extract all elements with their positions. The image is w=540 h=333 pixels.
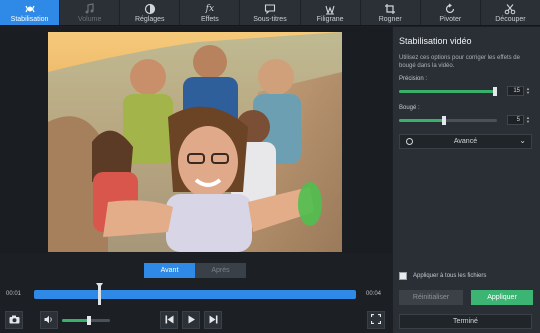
stabilisation-icon <box>24 3 36 15</box>
start-time: 00:01 <box>6 291 22 297</box>
panel-title: Stabilisation vidéo <box>399 36 472 46</box>
skip-back-icon <box>165 311 174 329</box>
tab-effets[interactable]: fx Effets <box>180 0 241 25</box>
tab-label: Sous-titres <box>253 15 287 23</box>
fx-icon: fx <box>205 3 215 14</box>
shake-label: Bougé : <box>399 105 420 111</box>
timeline-track[interactable] <box>34 290 356 299</box>
tab-label: Stabilisation <box>10 15 49 23</box>
precision-fill <box>399 90 497 93</box>
previous-frame-button[interactable] <box>160 311 178 329</box>
tab-label: Volume <box>77 15 102 23</box>
double-chevron-down-icon: ⌄ <box>519 136 526 145</box>
skip-forward-icon <box>209 311 218 329</box>
snapshot-button[interactable] <box>5 311 23 329</box>
apply-all-checkbox[interactable] <box>399 272 407 280</box>
before-button[interactable]: Avant <box>144 263 195 278</box>
tab-label: Réglages <box>134 15 165 23</box>
video-preview <box>0 27 392 253</box>
playhead-cursor[interactable] <box>98 283 101 305</box>
contrast-icon <box>144 3 156 15</box>
rotate-icon <box>444 3 456 15</box>
stabilisation-panel: Stabilisation vidéo Utilisez ces options… <box>393 27 540 333</box>
music-note-icon <box>84 2 96 15</box>
tab-volume[interactable]: Volume <box>60 0 121 25</box>
play-button[interactable] <box>182 311 200 329</box>
video-frame-image <box>48 32 342 252</box>
crop-icon <box>384 3 396 15</box>
precision-slider[interactable] <box>399 87 497 96</box>
tab-label: Effets <box>200 15 219 23</box>
end-time: 00:04 <box>366 291 382 297</box>
tab-rogner[interactable]: Rogner <box>361 0 421 25</box>
done-button[interactable]: Terminé <box>399 314 532 329</box>
watermark-icon <box>324 3 336 15</box>
volume-handle[interactable] <box>87 316 91 325</box>
tab-pivoter[interactable]: Pivoter <box>421 0 481 25</box>
advanced-label: Avancé <box>453 138 478 145</box>
tab-decouper[interactable]: Découper <box>481 0 540 25</box>
advanced-toggle[interactable]: Avancé ⌄ <box>399 134 532 149</box>
apply-all-label: Appliquer à tous les fichiers <box>413 273 487 279</box>
speaker-icon <box>44 311 54 329</box>
tab-reglages[interactable]: Réglages <box>120 0 181 25</box>
shake-handle[interactable] <box>442 116 446 125</box>
tab-stabilisation[interactable]: Stabilisation <box>0 0 61 25</box>
before-after-toggle: Avant Après <box>144 263 246 278</box>
play-icon <box>187 311 196 329</box>
scissors-icon <box>504 3 516 15</box>
after-button[interactable]: Après <box>195 263 246 278</box>
next-frame-button[interactable] <box>204 311 222 329</box>
precision-spinner[interactable]: ▲ ▼ <box>524 86 532 96</box>
toolbar: Stabilisation Volume Réglages fx Effets … <box>0 0 540 26</box>
shake-fill <box>399 119 446 122</box>
apply-button[interactable]: Appliquer <box>471 290 533 305</box>
precision-handle[interactable] <box>493 87 497 96</box>
volume-slider[interactable] <box>62 316 110 325</box>
tab-label: Découper <box>495 15 526 23</box>
tab-filigrane[interactable]: Filigrane <box>301 0 361 25</box>
fullscreen-button[interactable] <box>367 311 385 329</box>
apply-all-row[interactable]: Appliquer à tous les fichiers <box>399 272 486 280</box>
camera-icon <box>9 311 20 329</box>
player-controls <box>0 306 392 333</box>
precision-label: Précision : <box>399 76 428 82</box>
precision-value-field[interactable]: 15 <box>507 86 524 96</box>
tab-label: Filigrane <box>316 15 344 23</box>
timeline: 00:01 00:04 <box>0 283 392 305</box>
reset-button[interactable]: Réinitialiser <box>399 290 463 305</box>
tab-label: Pivoter <box>439 15 462 23</box>
speech-bubble-icon <box>264 3 276 15</box>
shake-spinner[interactable]: ▲ ▼ <box>524 115 532 125</box>
shake-value-field[interactable]: 5 <box>507 115 524 125</box>
fullscreen-icon <box>370 311 382 329</box>
tab-sous-titres[interactable]: Sous-titres <box>240 0 301 25</box>
panel-description: Utilisez ces options pour corriger les e… <box>399 55 520 69</box>
shake-slider[interactable] <box>399 116 497 125</box>
radio-circle-icon <box>406 138 413 145</box>
mute-button[interactable] <box>40 311 58 329</box>
tab-label: Rogner <box>378 15 402 23</box>
